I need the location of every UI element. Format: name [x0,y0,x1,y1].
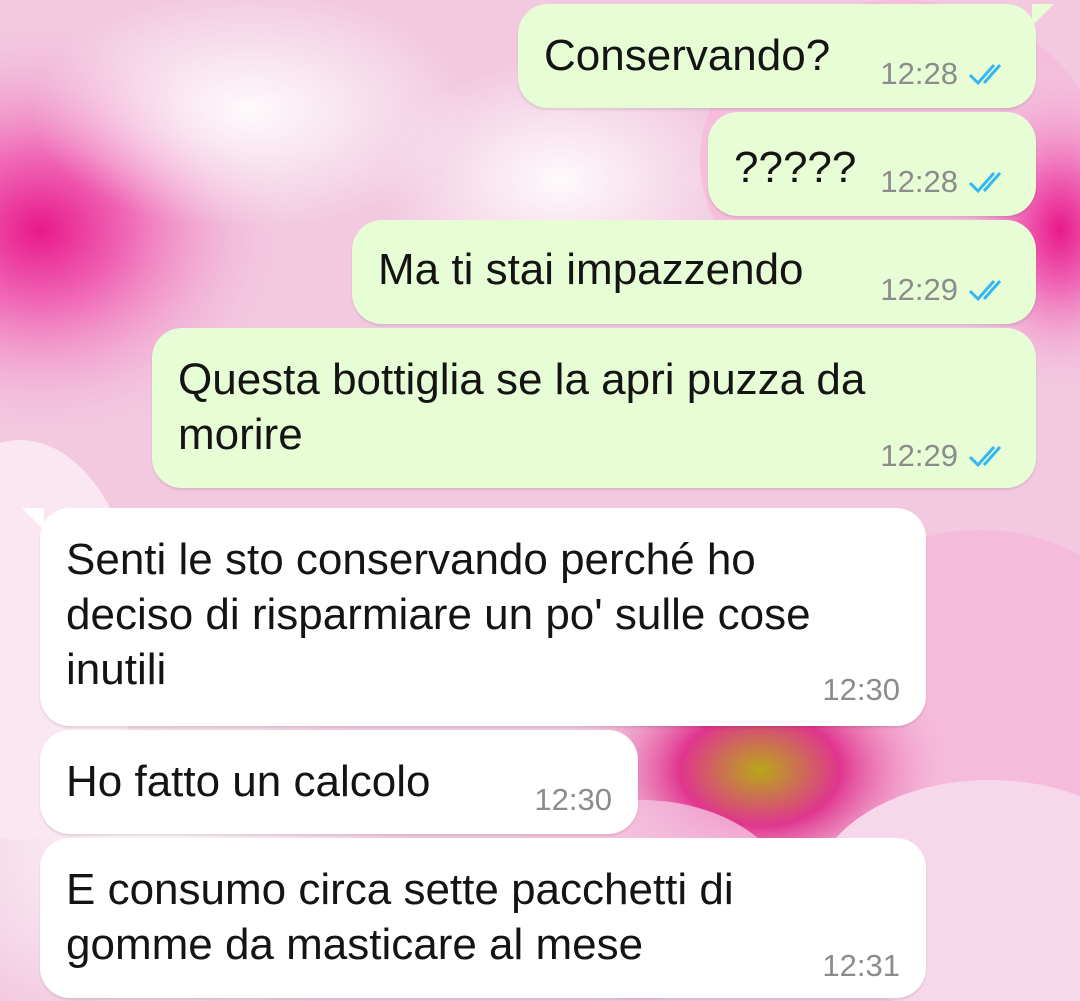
read-ticks-icon [968,277,1010,303]
message-bubble-outgoing[interactable]: ????? 12:28 [708,112,1036,216]
message-time: 12:28 [880,164,958,199]
message-time: 12:31 [822,948,900,983]
read-ticks-icon [968,61,1010,87]
message-text: Senti le sto conservando perché ho decis… [66,535,811,694]
message-meta: 12:30 [534,784,612,815]
message-bubble-incoming[interactable]: E consumo circa sette pacchetti di gomme… [40,838,926,998]
message-bubble-outgoing[interactable]: Conservando? 12:28 [518,4,1054,108]
read-ticks-icon [968,169,1010,195]
message-time: 12:30 [822,672,900,707]
bubble-tail [1032,4,1054,26]
message-time: 12:29 [880,272,958,307]
message-time: 12:30 [534,782,612,817]
message-bubble-outgoing[interactable]: Ma ti stai impazzendo 12:29 [352,220,1036,324]
message-meta: 12:29 [880,440,1010,471]
message-meta: 12:31 [822,950,900,981]
message-text: ????? [734,143,857,192]
message-meta: 12:28 [880,166,1010,197]
message-text: E consumo circa sette pacchetti di gomme… [66,865,734,969]
message-text: Ma ti stai impazzendo [378,245,804,294]
bubble-tail [22,508,44,530]
message-text: Ho fatto un calcolo [66,757,431,806]
message-text: Conservando? [544,31,831,80]
message-time: 12:28 [880,56,958,91]
message-meta: 12:28 [880,58,1010,89]
message-time: 12:29 [880,438,958,473]
read-ticks-icon [968,443,1010,469]
message-bubble-incoming[interactable]: Senti le sto conservando perché ho decis… [22,508,926,726]
message-meta: 12:30 [822,674,900,705]
message-bubble-outgoing[interactable]: Questa bottiglia se la apri puzza da mor… [152,328,1036,488]
message-bubble-incoming[interactable]: Ho fatto un calcolo 12:30 [40,730,638,834]
message-text: Questa bottiglia se la apri puzza da mor… [178,355,866,459]
message-meta: 12:29 [880,274,1010,305]
